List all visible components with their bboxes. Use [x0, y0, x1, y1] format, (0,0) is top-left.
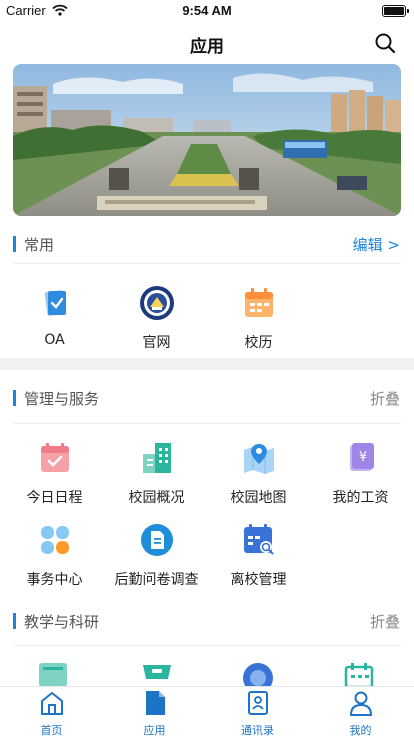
school-emblem-icon	[139, 286, 174, 320]
survey-icon	[140, 524, 173, 556]
battery-icon	[382, 5, 409, 17]
nav-bar: 应用	[0, 22, 414, 62]
app-leave-school[interactable]: 离校管理	[207, 522, 310, 589]
tab-home[interactable]: 首页	[0, 690, 103, 738]
salary-icon: ¥	[349, 443, 374, 471]
section-marker	[13, 390, 16, 406]
oa-icon	[44, 290, 66, 316]
app-campus-overview[interactable]: 校园概况	[105, 440, 208, 507]
app-website[interactable]: 官网	[105, 285, 208, 352]
app-label: 事务中心	[26, 572, 83, 588]
app-label: 校园概况	[128, 490, 185, 506]
school-calendar-icon	[244, 288, 273, 317]
apps-document-icon	[145, 691, 165, 715]
profile-icon	[349, 691, 372, 716]
app-affairs-center[interactable]: 事务中心	[3, 522, 106, 589]
teaching-app-3-icon[interactable]	[241, 661, 275, 686]
app-label: 官网	[142, 335, 171, 351]
app-oa[interactable]: OA	[3, 285, 106, 348]
section-gap	[0, 358, 414, 370]
search-icon[interactable]	[374, 32, 396, 54]
schedule-icon	[40, 443, 69, 472]
divider	[13, 263, 401, 264]
tab-me[interactable]: 我的	[309, 690, 412, 738]
app-label: OA	[44, 332, 65, 348]
home-icon	[40, 692, 63, 715]
teaching-section-header: 教学与科研 折叠	[0, 609, 414, 633]
app-label: 我的工资	[332, 490, 389, 506]
teaching-app-2-icon[interactable]	[140, 661, 174, 686]
app-label: 后勤问卷调查	[114, 572, 199, 588]
services-section-title: 管理与服务	[24, 390, 100, 408]
map-icon	[243, 444, 274, 474]
services-section-header: 管理与服务 折叠	[0, 386, 414, 410]
tab-bar: 首页 应用 通讯录 我的	[0, 686, 414, 737]
teaching-app-1-icon[interactable]	[37, 661, 69, 686]
teaching-app-4-icon[interactable]	[343, 661, 375, 686]
affairs-center-icon	[40, 526, 69, 554]
app-my-salary[interactable]: ¥ 我的工资	[309, 440, 412, 507]
building-icon	[142, 443, 171, 473]
app-label: 今日日程	[26, 490, 83, 506]
edit-button[interactable]: 编辑 >	[353, 234, 400, 255]
teaching-section-title: 教学与科研	[24, 613, 100, 631]
status-bar: Carrier 9:54 AM	[0, 0, 414, 22]
divider	[13, 645, 401, 646]
app-logistics-survey[interactable]: 后勤问卷调查	[105, 522, 208, 589]
services-collapse-button[interactable]: 折叠	[370, 388, 400, 409]
campus-banner-image[interactable]	[13, 64, 401, 216]
clock: 9:54 AM	[182, 3, 232, 18]
section-marker	[13, 613, 16, 629]
section-marker	[13, 236, 16, 252]
app-label: 校历	[244, 335, 273, 351]
page-title: 应用	[190, 37, 224, 57]
leave-school-icon	[243, 524, 274, 555]
app-today-schedule[interactable]: 今日日程	[3, 440, 106, 507]
app-label: 离校管理	[230, 572, 287, 588]
contacts-icon	[247, 691, 268, 715]
tab-apps[interactable]: 应用	[103, 690, 206, 738]
app-calendar[interactable]: 校历	[207, 285, 310, 352]
tab-contacts[interactable]: 通讯录	[206, 690, 309, 738]
divider	[13, 423, 401, 424]
app-label: 校园地图	[230, 490, 287, 506]
teaching-collapse-button[interactable]: 折叠	[370, 611, 400, 632]
common-section-header: 常用 编辑 >	[0, 232, 414, 256]
svg-text:¥: ¥	[358, 450, 366, 465]
app-campus-map[interactable]: 校园地图	[207, 440, 310, 507]
common-section-title: 常用	[24, 236, 55, 254]
